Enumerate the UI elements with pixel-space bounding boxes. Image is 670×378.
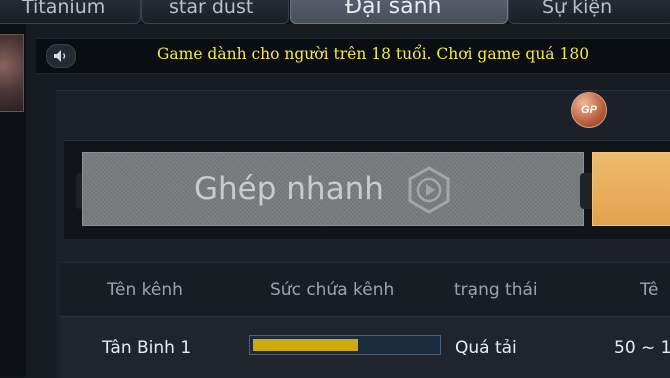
orange-action-button[interactable] — [592, 152, 670, 226]
channel-range: 50 ~ 1 — [614, 338, 670, 358]
tab-label: Sự kiện — [542, 0, 613, 18]
channel-status: Quá tải — [455, 338, 517, 358]
announcement-text: Game dành cho người trên 18 tuổi. Chơi g… — [157, 45, 590, 63]
column-header-status: trạng thái — [454, 280, 538, 300]
gp-label: GP — [581, 104, 597, 116]
tab-star-dust[interactable]: star dust — [141, 0, 289, 24]
tab-lobby[interactable]: Đại sảnh — [290, 0, 508, 24]
tab-bar: Titanium star dust Đại sảnh Sự kiện — [0, 0, 670, 24]
tab-events[interactable]: Sự kiện — [508, 0, 670, 24]
column-header-range: Tê — [640, 280, 659, 300]
tab-label: Titanium — [22, 0, 106, 18]
quick-join-button[interactable]: Ghép nhanh — [82, 152, 584, 226]
column-header-capacity: Sức chứa kênh — [270, 280, 395, 300]
capacity-bar — [249, 335, 441, 355]
gp-coin-icon[interactable]: GP — [571, 92, 607, 128]
tab-label: star dust — [169, 0, 254, 18]
tab-titanium[interactable]: Titanium — [0, 0, 141, 24]
play-hexagon-icon — [408, 166, 450, 214]
channel-name: Tân Binh 1 — [102, 338, 192, 358]
tab-label: Đại sảnh — [345, 0, 442, 19]
quick-join-label: Ghép nhanh — [194, 171, 384, 207]
capacity-bar-fill — [253, 339, 358, 351]
speaker-icon[interactable] — [46, 44, 76, 68]
avatar[interactable] — [0, 34, 24, 112]
column-header-name: Tên kênh — [107, 280, 183, 300]
